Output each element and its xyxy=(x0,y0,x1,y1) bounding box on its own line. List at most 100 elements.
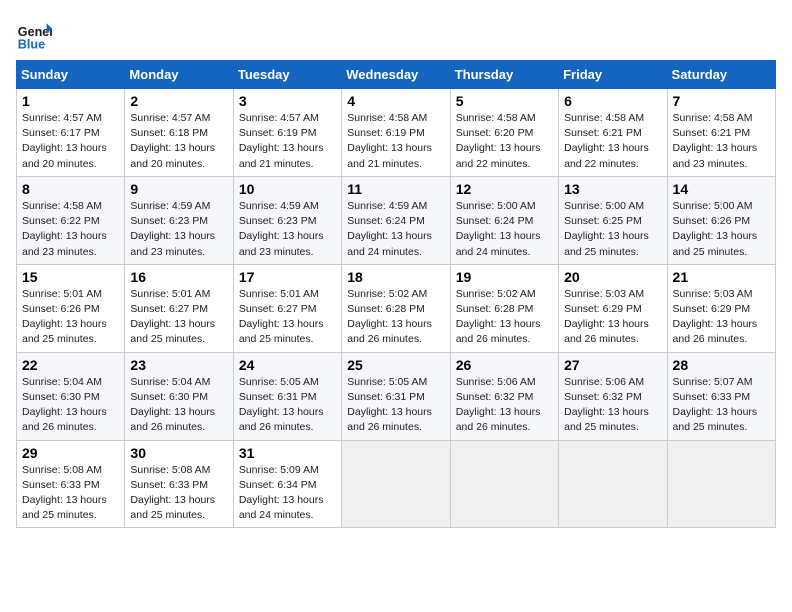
table-row: 7 Sunrise: 4:58 AMSunset: 6:21 PMDaylight… xyxy=(667,89,775,177)
day-number: 25 xyxy=(347,357,444,373)
day-number: 21 xyxy=(673,269,770,285)
day-detail: Sunrise: 5:02 AMSunset: 6:28 PMDaylight:… xyxy=(347,288,432,346)
day-detail: Sunrise: 5:03 AMSunset: 6:29 PMDaylight:… xyxy=(564,288,649,346)
weekday-saturday: Saturday xyxy=(667,61,775,89)
day-number: 29 xyxy=(22,445,119,461)
table-row: 12 Sunrise: 5:00 AMSunset: 6:24 PMDayligh… xyxy=(450,176,558,264)
day-detail: Sunrise: 5:06 AMSunset: 6:32 PMDaylight:… xyxy=(456,376,541,434)
table-row: 29 Sunrise: 5:08 AMSunset: 6:33 PMDayligh… xyxy=(17,440,125,528)
day-number: 19 xyxy=(456,269,553,285)
day-detail: Sunrise: 4:57 AMSunset: 6:17 PMDaylight:… xyxy=(22,112,107,170)
table-row: 20 Sunrise: 5:03 AMSunset: 6:29 PMDayligh… xyxy=(559,264,667,352)
table-row: 16 Sunrise: 5:01 AMSunset: 6:27 PMDayligh… xyxy=(125,264,233,352)
day-number: 22 xyxy=(22,357,119,373)
day-number: 20 xyxy=(564,269,661,285)
day-detail: Sunrise: 5:07 AMSunset: 6:33 PMDaylight:… xyxy=(673,376,758,434)
day-number: 24 xyxy=(239,357,336,373)
table-row: 14 Sunrise: 5:00 AMSunset: 6:26 PMDayligh… xyxy=(667,176,775,264)
table-row xyxy=(450,440,558,528)
table-row: 15Sunrise: 5:01 AMSunset: 6:26 PMDayligh… xyxy=(17,264,125,352)
logo: General Blue xyxy=(16,16,52,52)
day-number: 2 xyxy=(130,93,227,109)
day-detail: Sunrise: 5:01 AMSunset: 6:27 PMDaylight:… xyxy=(239,288,324,346)
table-row: 10 Sunrise: 4:59 AMSunset: 6:23 PMDayligh… xyxy=(233,176,341,264)
table-row: 18 Sunrise: 5:02 AMSunset: 6:28 PMDayligh… xyxy=(342,264,450,352)
week-row-5: 29 Sunrise: 5:08 AMSunset: 6:33 PMDayligh… xyxy=(17,440,776,528)
day-detail: Sunrise: 5:05 AMSunset: 6:31 PMDaylight:… xyxy=(347,376,432,434)
table-row: 9 Sunrise: 4:59 AMSunset: 6:23 PMDaylight… xyxy=(125,176,233,264)
table-row: 24Sunrise: 5:05 AMSunset: 6:31 PMDayligh… xyxy=(233,352,341,440)
day-detail: Sunrise: 5:01 AMSunset: 6:27 PMDaylight:… xyxy=(130,288,215,346)
day-number: 1 xyxy=(22,93,119,109)
day-number: 11 xyxy=(347,181,444,197)
day-detail: Sunrise: 4:57 AMSunset: 6:18 PMDaylight:… xyxy=(130,112,215,170)
day-number: 26 xyxy=(456,357,553,373)
table-row: 13Sunrise: 5:00 AMSunset: 6:25 PMDayligh… xyxy=(559,176,667,264)
day-number: 5 xyxy=(456,93,553,109)
table-row xyxy=(342,440,450,528)
day-detail: Sunrise: 4:58 AMSunset: 6:20 PMDaylight:… xyxy=(456,112,541,170)
table-row xyxy=(559,440,667,528)
day-number: 16 xyxy=(130,269,227,285)
weekday-tuesday: Tuesday xyxy=(233,61,341,89)
day-number: 6 xyxy=(564,93,661,109)
day-detail: Sunrise: 5:08 AMSunset: 6:33 PMDaylight:… xyxy=(22,464,107,522)
table-row: 6 Sunrise: 4:58 AMSunset: 6:21 PMDaylight… xyxy=(559,89,667,177)
day-detail: Sunrise: 5:00 AMSunset: 6:25 PMDaylight:… xyxy=(564,200,649,258)
table-row xyxy=(667,440,775,528)
table-row: 28 Sunrise: 5:07 AMSunset: 6:33 PMDayligh… xyxy=(667,352,775,440)
day-number: 14 xyxy=(673,181,770,197)
day-detail: Sunrise: 5:01 AMSunset: 6:26 PMDaylight:… xyxy=(22,288,107,346)
day-detail: Sunrise: 5:04 AMSunset: 6:30 PMDaylight:… xyxy=(22,376,107,434)
day-number: 17 xyxy=(239,269,336,285)
day-detail: Sunrise: 4:58 AMSunset: 6:19 PMDaylight:… xyxy=(347,112,432,170)
day-detail: Sunrise: 5:00 AMSunset: 6:26 PMDaylight:… xyxy=(673,200,758,258)
day-number: 28 xyxy=(673,357,770,373)
day-number: 9 xyxy=(130,181,227,197)
table-row: 19Sunrise: 5:02 AMSunset: 6:28 PMDayligh… xyxy=(450,264,558,352)
weekday-friday: Friday xyxy=(559,61,667,89)
table-row: 23 Sunrise: 5:04 AMSunset: 6:30 PMDayligh… xyxy=(125,352,233,440)
day-number: 4 xyxy=(347,93,444,109)
table-row: 5 Sunrise: 4:58 AMSunset: 6:20 PMDaylight… xyxy=(450,89,558,177)
day-number: 18 xyxy=(347,269,444,285)
week-row-2: 8 Sunrise: 4:58 AMSunset: 6:22 PMDaylight… xyxy=(17,176,776,264)
day-detail: Sunrise: 4:58 AMSunset: 6:21 PMDaylight:… xyxy=(564,112,649,170)
day-number: 30 xyxy=(130,445,227,461)
table-row: 3Sunrise: 4:57 AMSunset: 6:19 PMDaylight… xyxy=(233,89,341,177)
table-row: 22 Sunrise: 5:04 AMSunset: 6:30 PMDayligh… xyxy=(17,352,125,440)
day-detail: Sunrise: 4:59 AMSunset: 6:23 PMDaylight:… xyxy=(130,200,215,258)
week-row-1: 1 Sunrise: 4:57 AMSunset: 6:17 PMDaylight… xyxy=(17,89,776,177)
table-row: 4 Sunrise: 4:58 AMSunset: 6:19 PMDaylight… xyxy=(342,89,450,177)
day-number: 10 xyxy=(239,181,336,197)
day-number: 27 xyxy=(564,357,661,373)
day-number: 23 xyxy=(130,357,227,373)
table-row: 30 Sunrise: 5:08 AMSunset: 6:33 PMDayligh… xyxy=(125,440,233,528)
day-number: 12 xyxy=(456,181,553,197)
day-detail: Sunrise: 5:04 AMSunset: 6:30 PMDaylight:… xyxy=(130,376,215,434)
day-detail: Sunrise: 4:58 AMSunset: 6:22 PMDaylight:… xyxy=(22,200,107,258)
table-row: 1 Sunrise: 4:57 AMSunset: 6:17 PMDaylight… xyxy=(17,89,125,177)
day-detail: Sunrise: 5:08 AMSunset: 6:33 PMDaylight:… xyxy=(130,464,215,522)
table-row: 26 Sunrise: 5:06 AMSunset: 6:32 PMDayligh… xyxy=(450,352,558,440)
week-row-3: 15Sunrise: 5:01 AMSunset: 6:26 PMDayligh… xyxy=(17,264,776,352)
day-detail: Sunrise: 4:58 AMSunset: 6:21 PMDaylight:… xyxy=(673,112,758,170)
svg-text:Blue: Blue xyxy=(18,37,45,51)
day-detail: Sunrise: 4:59 AMSunset: 6:23 PMDaylight:… xyxy=(239,200,324,258)
week-row-4: 22 Sunrise: 5:04 AMSunset: 6:30 PMDayligh… xyxy=(17,352,776,440)
day-number: 7 xyxy=(673,93,770,109)
page-header: General Blue xyxy=(16,16,776,52)
calendar-table: SundayMondayTuesdayWednesdayThursdayFrid… xyxy=(16,60,776,528)
weekday-header-row: SundayMondayTuesdayWednesdayThursdayFrid… xyxy=(17,61,776,89)
table-row: 8 Sunrise: 4:58 AMSunset: 6:22 PMDaylight… xyxy=(17,176,125,264)
weekday-thursday: Thursday xyxy=(450,61,558,89)
day-detail: Sunrise: 5:00 AMSunset: 6:24 PMDaylight:… xyxy=(456,200,541,258)
weekday-wednesday: Wednesday xyxy=(342,61,450,89)
table-row: 25 Sunrise: 5:05 AMSunset: 6:31 PMDayligh… xyxy=(342,352,450,440)
day-detail: Sunrise: 4:59 AMSunset: 6:24 PMDaylight:… xyxy=(347,200,432,258)
table-row: 11 Sunrise: 4:59 AMSunset: 6:24 PMDayligh… xyxy=(342,176,450,264)
table-row: 21Sunrise: 5:03 AMSunset: 6:29 PMDayligh… xyxy=(667,264,775,352)
table-row: 27Sunrise: 5:06 AMSunset: 6:32 PMDayligh… xyxy=(559,352,667,440)
day-number: 8 xyxy=(22,181,119,197)
table-row: 2 Sunrise: 4:57 AMSunset: 6:18 PMDaylight… xyxy=(125,89,233,177)
